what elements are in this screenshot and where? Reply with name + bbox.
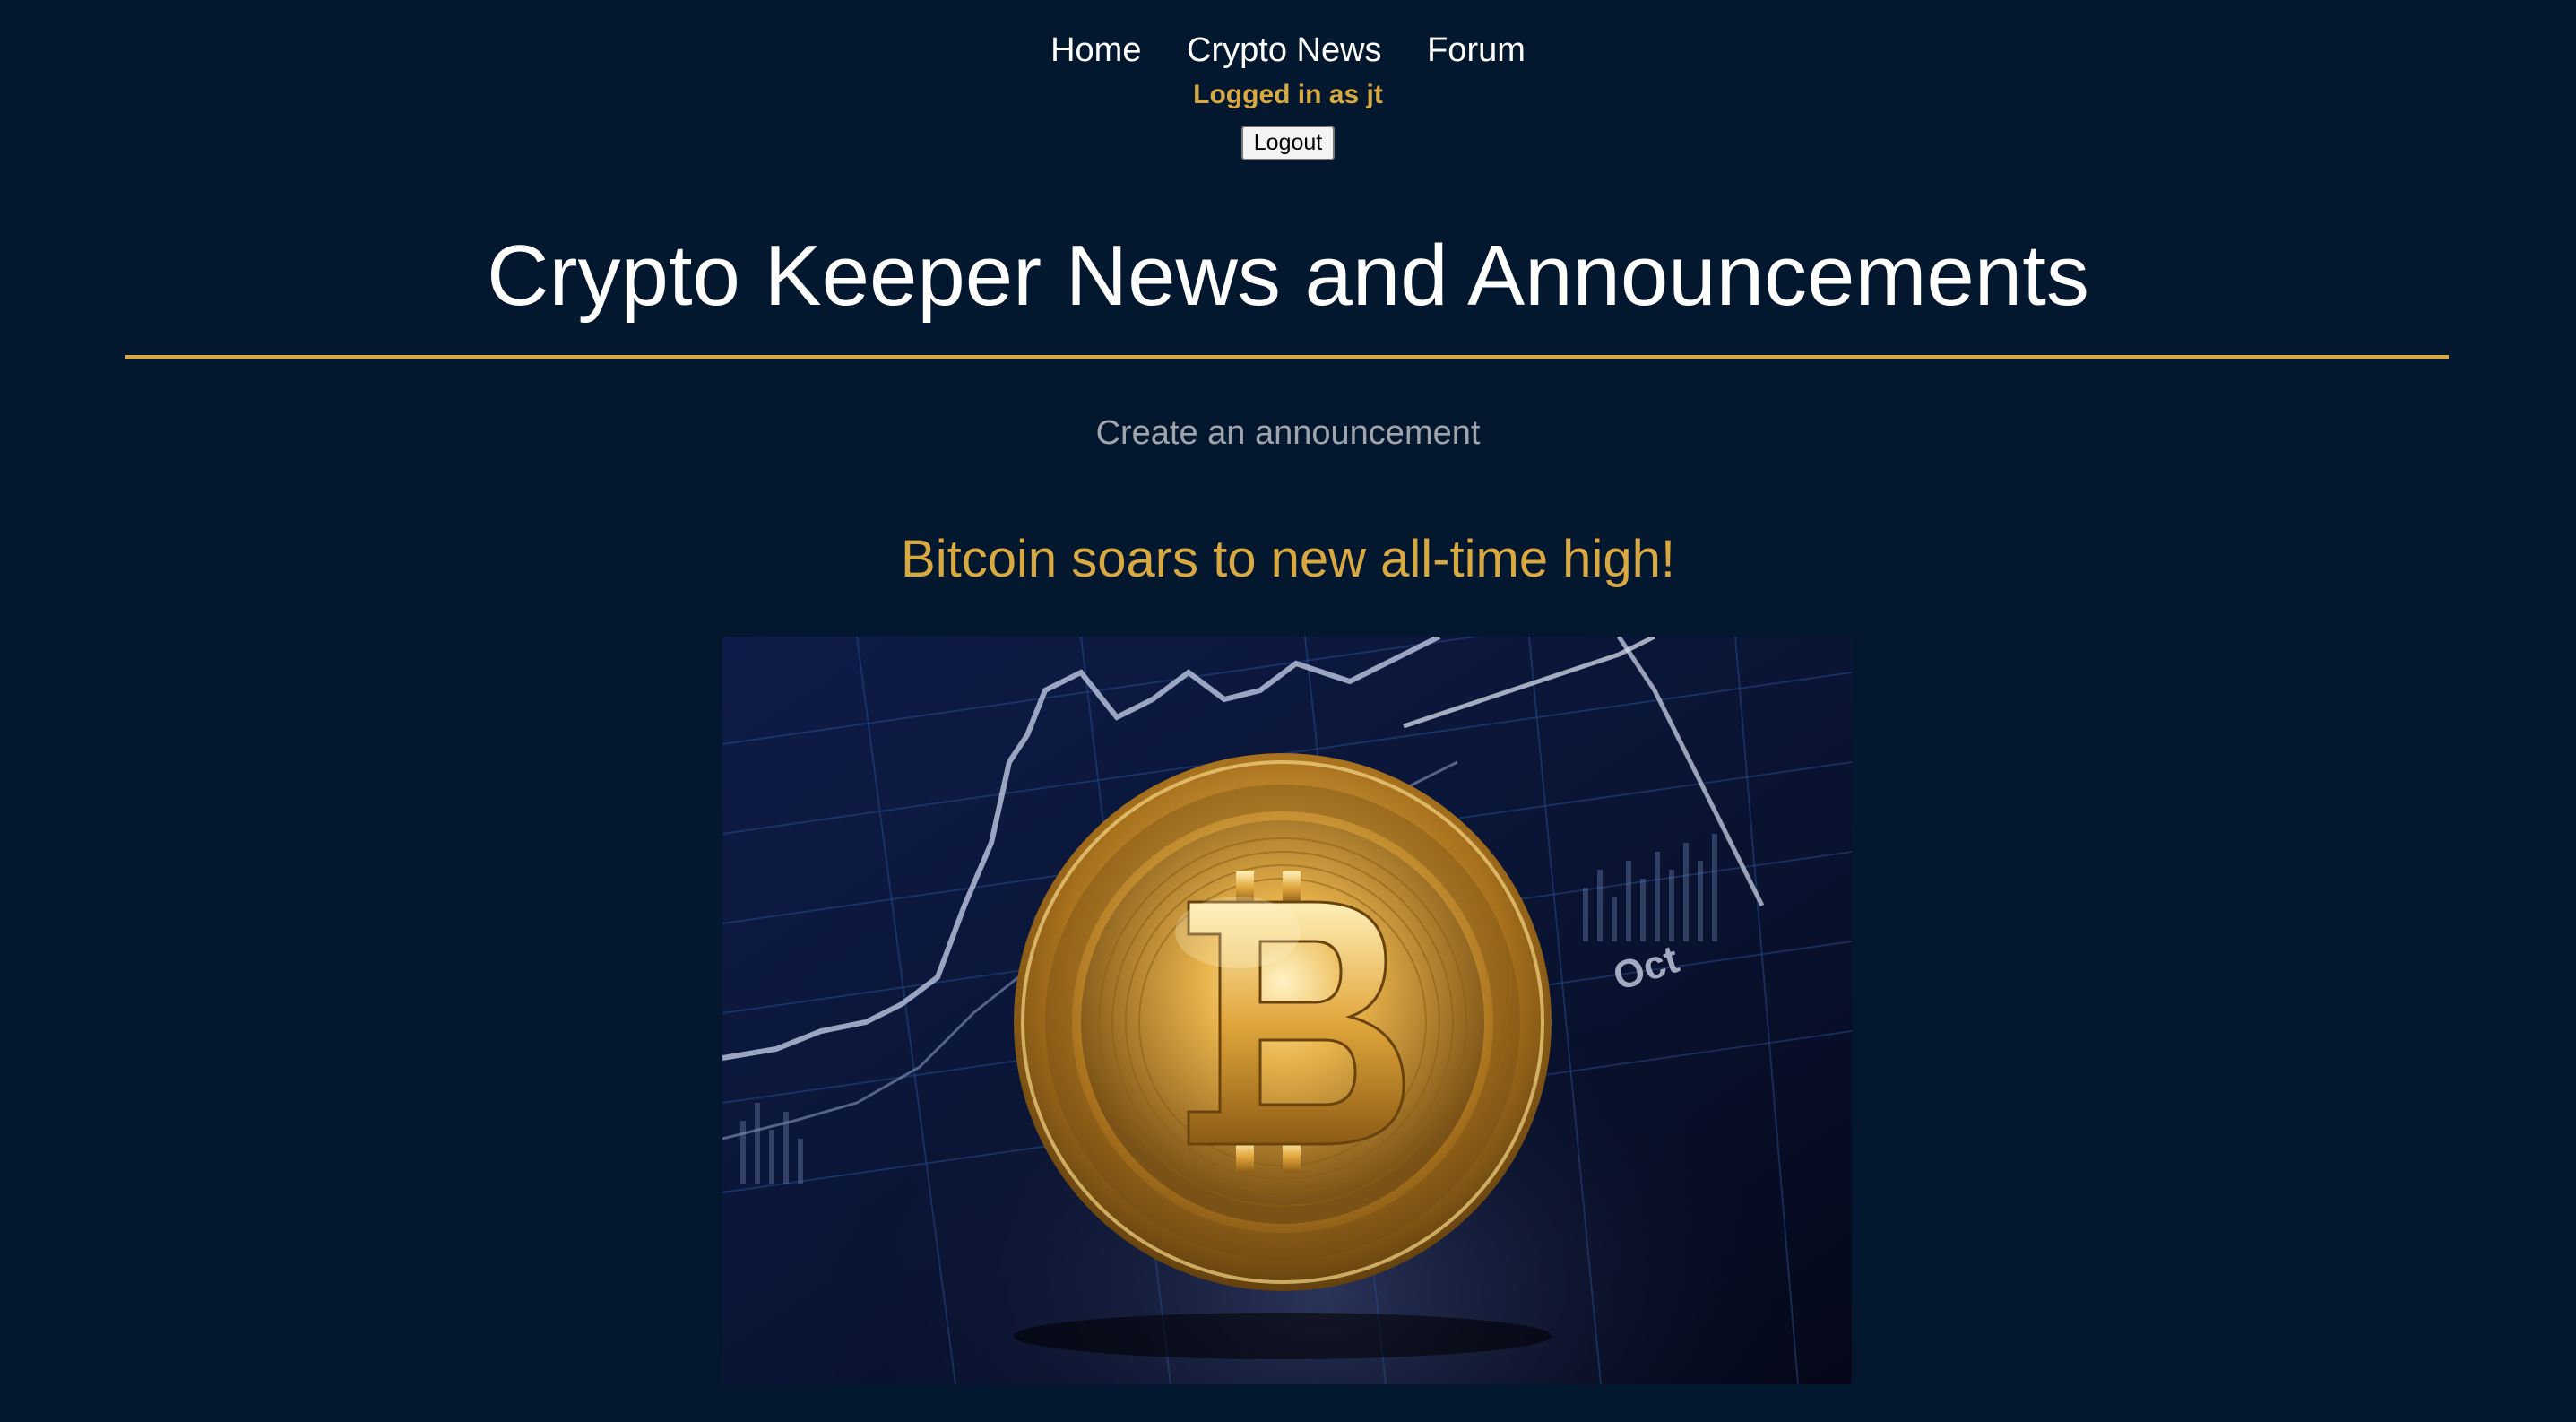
logout-wrapper: Logout — [0, 126, 2576, 160]
nav-crypto-news-link[interactable]: Crypto News — [1187, 31, 1382, 69]
create-announcement-link[interactable]: Create an announcement — [0, 409, 2576, 457]
post-title[interactable]: Bitcoin soars to new all-time high! — [0, 525, 2576, 594]
logout-button[interactable]: Logout — [1240, 126, 1336, 160]
nav-forum-link[interactable]: Forum — [1427, 31, 1526, 69]
login-status: Logged in as jt — [1193, 80, 1383, 109]
post-image: Oct — [722, 637, 1852, 1384]
page-title: Crypto Keeper News and Announcements — [487, 228, 2089, 324]
top-nav: Home Crypto News Forum — [0, 27, 2576, 74]
nav-home-link[interactable]: Home — [1050, 31, 1141, 69]
bitcoin-coin-icon — [1014, 753, 1552, 1291]
title-divider — [125, 355, 2449, 359]
page: Home Crypto News Forum Logged in as jt L… — [0, 0, 2576, 1422]
